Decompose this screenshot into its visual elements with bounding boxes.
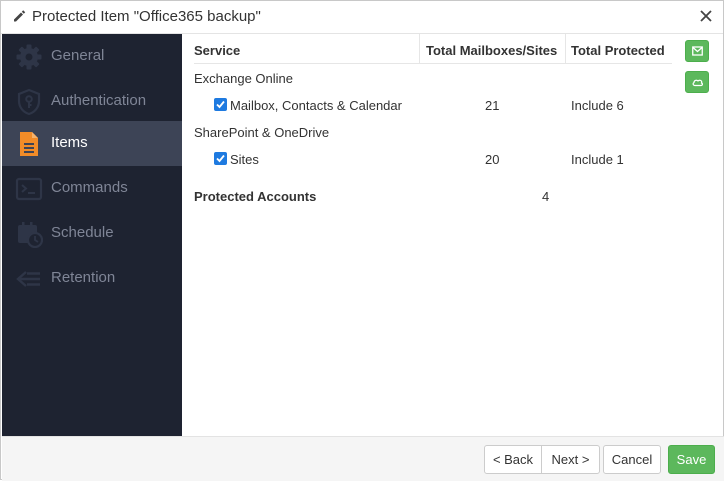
column-header-protected: Total Protected [571, 43, 665, 58]
column-header-service: Service [194, 43, 241, 58]
next-button[interactable]: Next > [541, 445, 600, 474]
row-label: Mailbox, Contacts & Calendar [230, 98, 402, 113]
row-protected: Include 6 [571, 98, 624, 113]
checkbox-sites[interactable] [214, 152, 227, 165]
sidebar-item-commands[interactable]: Commands [2, 166, 182, 211]
save-button[interactable]: Save [668, 445, 715, 474]
row-protected: Include 1 [571, 152, 624, 167]
title-bar: Protected Item "Office365 backup" [1, 1, 723, 34]
shield-key-icon [17, 88, 41, 116]
column-divider [419, 34, 420, 63]
sidebar-item-label: General [51, 47, 105, 64]
pencil-icon [14, 10, 26, 22]
sidebar-item-label: Items [51, 134, 88, 151]
header-divider [194, 63, 672, 64]
sidebar-item-label: Commands [51, 179, 128, 196]
mail-action-button[interactable] [685, 40, 709, 62]
terminal-icon [15, 177, 43, 201]
column-header-total: Total Mailboxes/Sites [426, 43, 558, 58]
row-total: 20 [485, 152, 500, 167]
calendar-clock-icon [18, 222, 43, 248]
sidebar-item-label: Retention [51, 269, 116, 286]
group-sharepoint-onedrive: SharePoint & OneDrive [194, 125, 330, 140]
items-panel: Service Total Mailboxes/Sites Total Prot… [183, 34, 723, 436]
sidebar-item-general[interactable]: General [2, 34, 182, 79]
row-label: Sites [230, 152, 259, 167]
sidebar-item-label: Authentication [51, 92, 147, 109]
gear-icon [16, 44, 42, 70]
cloud-icon [692, 79, 703, 87]
checkbox-mailbox[interactable] [214, 98, 227, 111]
protected-accounts-value: 4 [542, 189, 550, 204]
dialog-window: Protected Item "Office365 backup" Genera… [0, 0, 724, 481]
cloud-action-button[interactable] [685, 71, 709, 93]
window-title: Protected Item "Office365 backup" [32, 8, 261, 25]
sidebar-item-items[interactable]: Items [2, 121, 182, 166]
protected-accounts-label: Protected Accounts [194, 189, 317, 204]
back-button[interactable]: < Back [484, 445, 542, 474]
close-icon[interactable] [697, 7, 715, 25]
row-total: 21 [485, 98, 500, 113]
sidebar-item-authentication[interactable]: Authentication [2, 79, 182, 124]
group-exchange-online: Exchange Online [194, 71, 294, 86]
sidebar-item-retention[interactable]: Retention [2, 256, 182, 301]
document-icon [20, 132, 38, 156]
sidebar-item-label: Schedule [51, 224, 114, 241]
column-divider [565, 34, 566, 63]
arrow-lines-icon [16, 271, 40, 287]
dialog-footer: < Back Next > Cancel Save [2, 436, 724, 481]
cancel-button[interactable]: Cancel [603, 445, 661, 474]
sidebar-item-schedule[interactable]: Schedule [2, 211, 182, 256]
envelope-icon [692, 46, 703, 56]
sidebar: General Authentication Items Commands Sc… [2, 34, 182, 436]
